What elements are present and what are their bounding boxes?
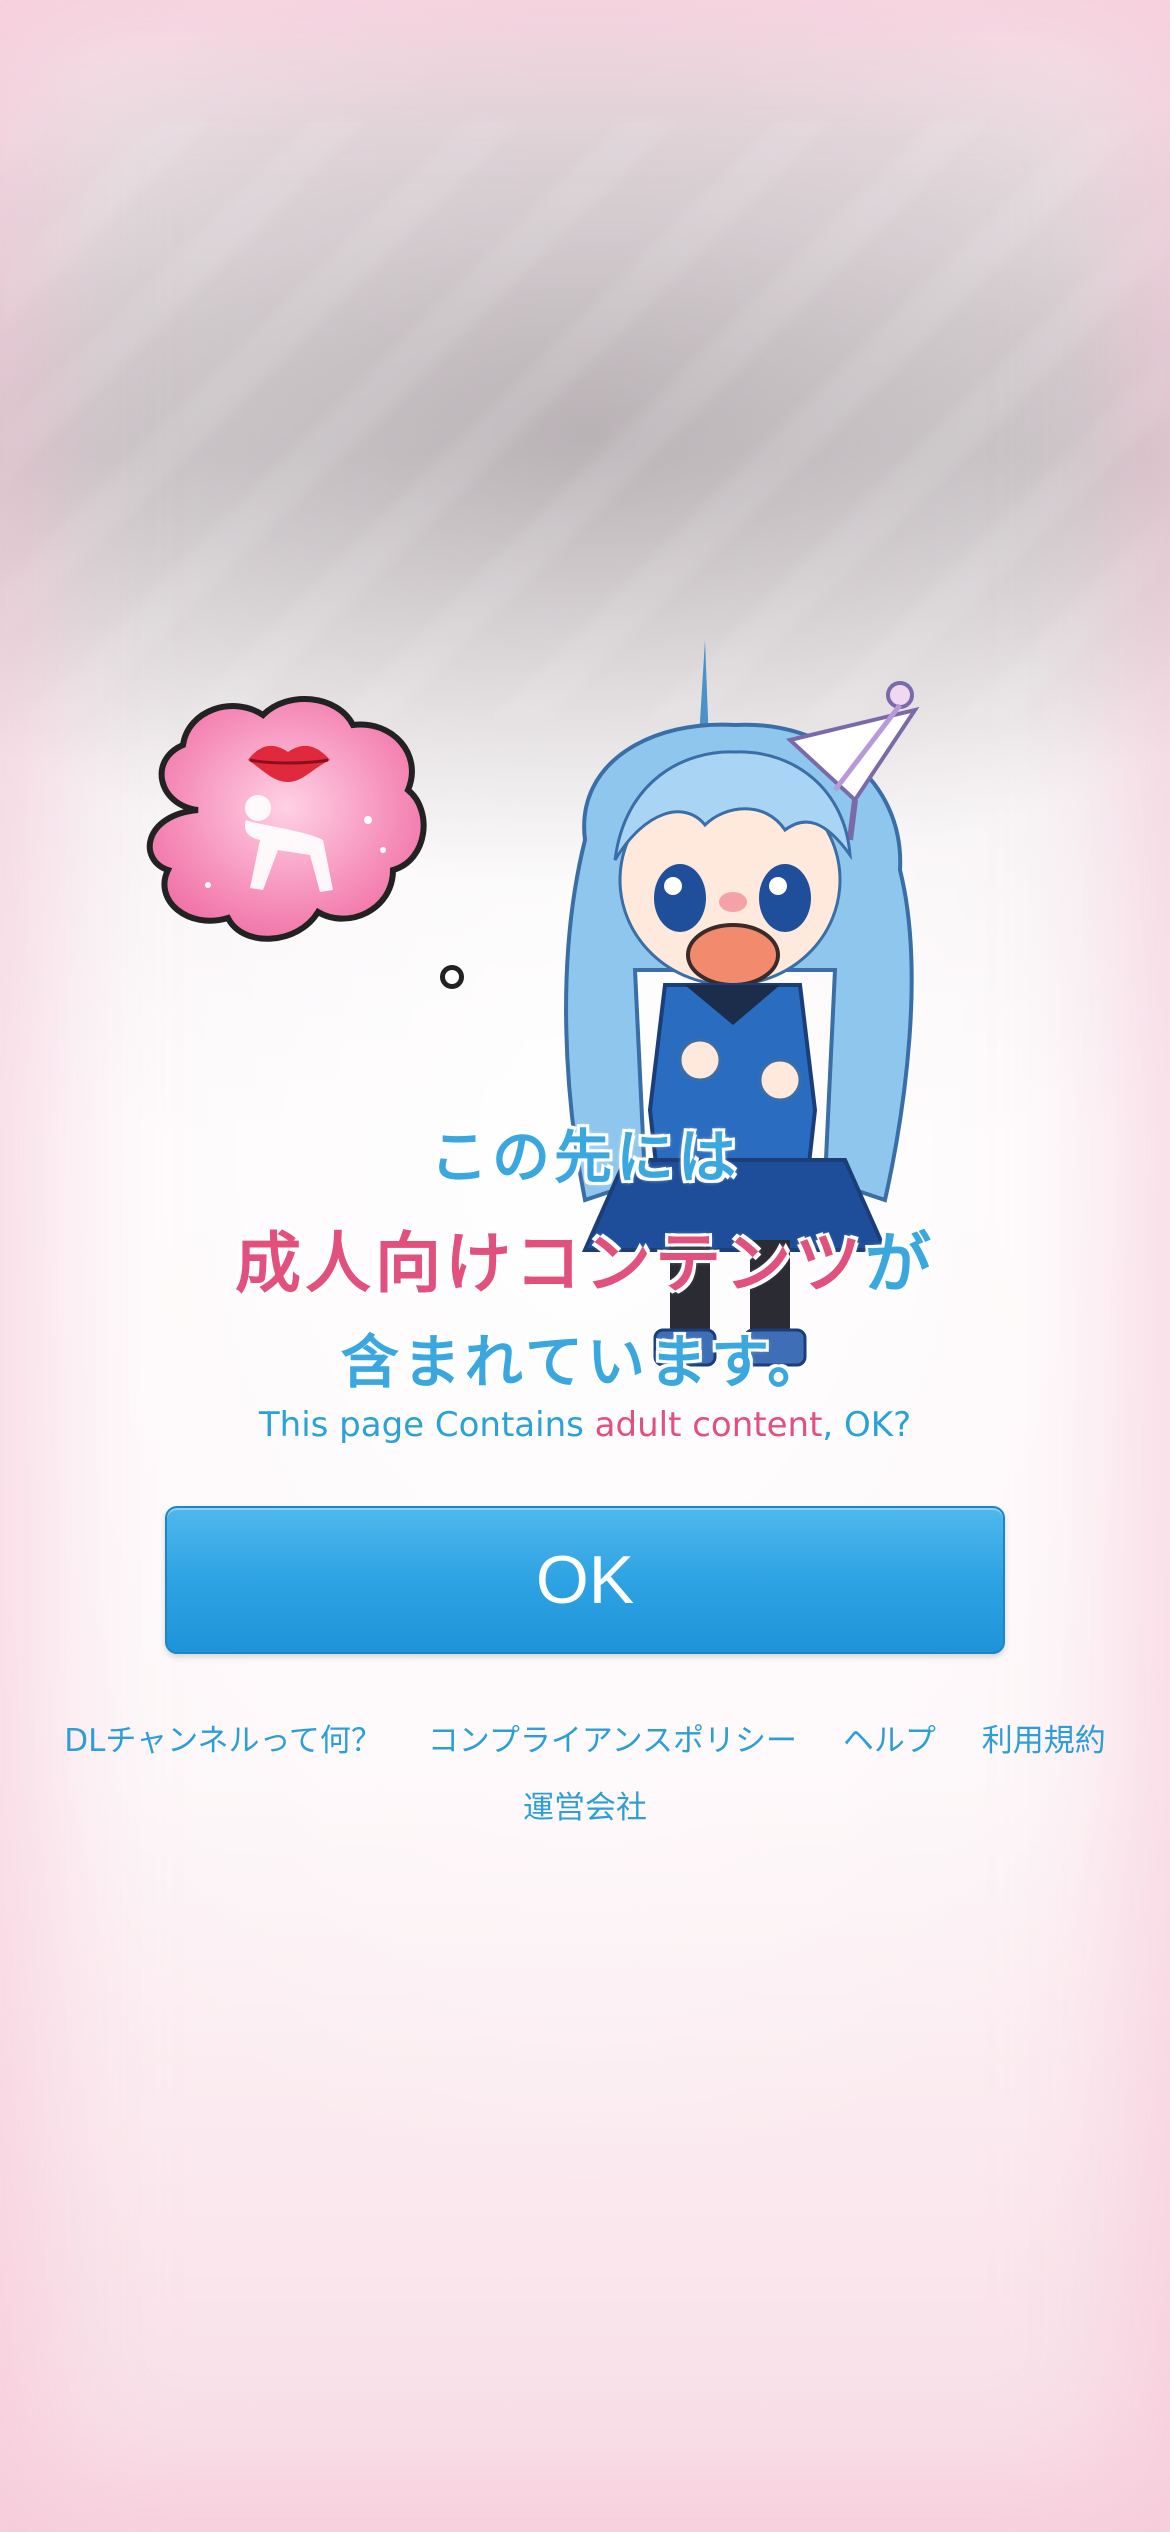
footer-links-row-2: 運営会社 (0, 1782, 1170, 1827)
headline-line-2: 成人向けコンテンツが (0, 1210, 1170, 1306)
thought-dot (440, 965, 464, 989)
subtitle-part-1: This page Contains (258, 1405, 595, 1445)
english-subtitle: This page Contains adult content, OK? (0, 1405, 1170, 1445)
headline-particle: が (865, 1225, 935, 1302)
subtitle-part-3: , OK? (822, 1405, 912, 1445)
headline-adult-content: 成人向けコンテンツ (235, 1225, 865, 1302)
headline-line-3: 含まれています。 (340, 1328, 830, 1396)
footer-link-company[interactable]: 運営会社 (523, 1790, 647, 1826)
footer-link-terms[interactable]: 利用規約 (982, 1723, 1106, 1759)
ok-button[interactable]: OK (165, 1506, 1005, 1654)
subtitle-adult-content: adult content (594, 1405, 823, 1445)
headline-line-1: この先には (429, 1123, 740, 1191)
footer-link-compliance-policy[interactable]: コンプライアンスポリシー (428, 1723, 797, 1759)
footer-link-what-is-dlchannel[interactable]: DLチャンネルって何？ (64, 1723, 382, 1759)
footer-link-help[interactable]: ヘルプ (843, 1723, 936, 1759)
thought-bubble-image (146, 696, 427, 942)
footer-links: DLチャンネルって何？ コンプライアンスポリシー ヘルプ 利用規約 (0, 1715, 1170, 1760)
